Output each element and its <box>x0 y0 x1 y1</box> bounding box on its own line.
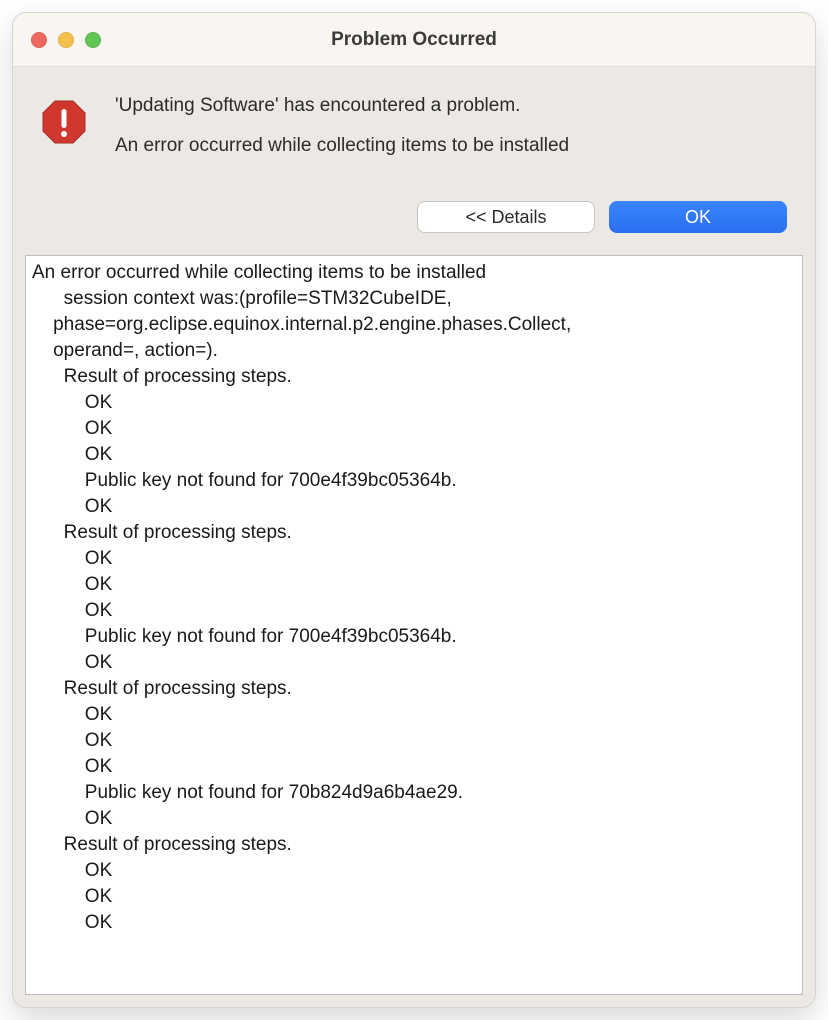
dialog-content: 'Updating Software' has encountered a pr… <box>13 67 815 177</box>
error-icon <box>41 95 87 150</box>
window-controls <box>31 32 101 48</box>
ok-button[interactable]: OK <box>609 201 787 233</box>
details-panel: An error occurred while collecting items… <box>13 237 815 1007</box>
message-row: 'Updating Software' has encountered a pr… <box>41 95 787 157</box>
close-icon[interactable] <box>31 32 47 48</box>
minimize-icon[interactable] <box>58 32 74 48</box>
button-row: << Details OK <box>13 177 815 237</box>
message-headline: 'Updating Software' has encountered a pr… <box>115 95 787 117</box>
message-subtext: An error occurred while collecting items… <box>115 135 787 157</box>
maximize-icon[interactable] <box>85 32 101 48</box>
details-text-area[interactable]: An error occurred while collecting items… <box>25 255 803 995</box>
message-text-block: 'Updating Software' has encountered a pr… <box>115 95 787 157</box>
title-bar: Problem Occurred <box>13 13 815 67</box>
dialog-window: Problem Occurred 'Updating Software' has… <box>12 12 816 1008</box>
details-button[interactable]: << Details <box>417 201 595 233</box>
window-title: Problem Occurred <box>13 29 815 51</box>
